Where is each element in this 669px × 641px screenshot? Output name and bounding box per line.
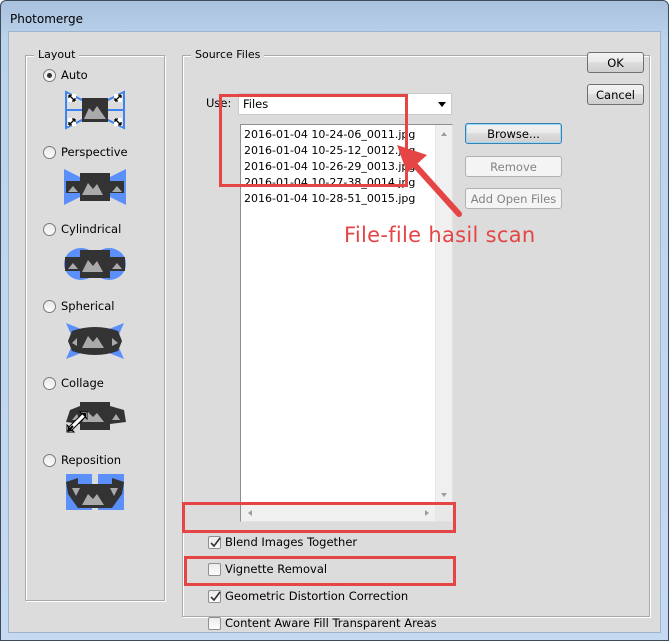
scroll-down-icon[interactable] bbox=[441, 493, 447, 497]
radio-reposition[interactable]: Reposition bbox=[43, 452, 121, 468]
radio-auto[interactable]: Auto bbox=[43, 67, 88, 83]
geometric-distortion-checkbox[interactable]: Geometric Distortion Correction bbox=[208, 588, 408, 604]
radio-perspective[interactable]: Perspective bbox=[43, 144, 128, 160]
annotation-text: File-file hasil scan bbox=[344, 223, 536, 247]
remove-button[interactable]: Remove bbox=[465, 156, 562, 177]
checkmark-icon bbox=[210, 537, 221, 547]
radio-button[interactable] bbox=[43, 453, 56, 467]
file-list-item[interactable]: 2016-01-04 10-28-51_0015.jpg bbox=[243, 191, 415, 207]
blend-images-checkbox[interactable]: Blend Images Together bbox=[208, 534, 357, 550]
radio-button[interactable] bbox=[43, 222, 56, 236]
checkbox-label: Geometric Distortion Correction bbox=[225, 589, 409, 603]
source-files-legend: Source Files bbox=[191, 48, 265, 61]
blend-highlight-box bbox=[182, 502, 456, 533]
radio-label: Auto bbox=[61, 68, 88, 82]
annotation-arrow-icon bbox=[397, 145, 462, 217]
window-title: Photomerge bbox=[10, 12, 84, 26]
auto-layout-icon[interactable] bbox=[64, 90, 126, 130]
radio-button[interactable] bbox=[43, 68, 56, 82]
radio-label: Reposition bbox=[61, 453, 122, 467]
spherical-layout-icon[interactable] bbox=[64, 321, 126, 361]
geometric-highlight-box bbox=[184, 556, 456, 586]
photomerge-dialog: Photomerge Layout Auto Perspective Cylin… bbox=[0, 0, 669, 641]
cylindrical-layout-icon[interactable] bbox=[64, 244, 126, 284]
checkbox[interactable] bbox=[208, 589, 221, 603]
radio-label: Perspective bbox=[61, 145, 128, 159]
radio-label: Collage bbox=[61, 376, 104, 390]
radio-collage[interactable]: Collage bbox=[43, 375, 104, 391]
layout-legend: Layout bbox=[34, 48, 80, 61]
add-open-files-button[interactable]: Add Open Files bbox=[465, 188, 562, 209]
layout-group: Layout Auto Perspective Cylindrical Sphe… bbox=[25, 48, 165, 601]
checkbox-label: Content Aware Fill Transparent Areas bbox=[225, 616, 437, 630]
cancel-button[interactable]: Cancel bbox=[587, 84, 644, 105]
radio-spherical[interactable]: Spherical bbox=[43, 298, 114, 314]
checkbox-label: Blend Images Together bbox=[225, 535, 358, 549]
browse-button[interactable]: Browse... bbox=[465, 123, 562, 144]
files-highlight-box bbox=[219, 94, 408, 187]
title-bar[interactable]: Photomerge bbox=[1, 1, 668, 31]
reposition-layout-icon[interactable] bbox=[64, 474, 126, 514]
content-aware-fill-checkbox[interactable]: Content Aware Fill Transparent Areas bbox=[208, 615, 437, 631]
radio-label: Spherical bbox=[61, 299, 115, 313]
radio-button[interactable] bbox=[43, 376, 56, 390]
ok-button[interactable]: OK bbox=[587, 52, 644, 73]
checkbox[interactable] bbox=[208, 535, 221, 549]
radio-button[interactable] bbox=[43, 145, 56, 159]
checkmark-icon bbox=[210, 591, 221, 601]
collage-layout-icon[interactable] bbox=[64, 398, 126, 438]
perspective-layout-icon[interactable] bbox=[64, 167, 126, 207]
chevron-down-icon bbox=[438, 102, 446, 107]
scroll-up-icon[interactable] bbox=[441, 132, 447, 136]
checkbox[interactable] bbox=[208, 616, 221, 630]
radio-button[interactable] bbox=[43, 299, 56, 313]
radio-label: Cylindrical bbox=[61, 222, 122, 236]
radio-cylindrical[interactable]: Cylindrical bbox=[43, 221, 121, 237]
